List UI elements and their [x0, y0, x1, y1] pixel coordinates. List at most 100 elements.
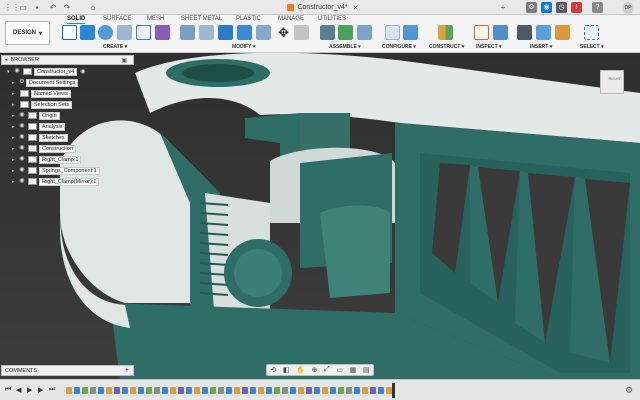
timeline-feature-icon[interactable]	[354, 387, 360, 394]
group-create[interactable]: CREATE ▾	[103, 44, 127, 50]
shell-icon[interactable]	[237, 25, 252, 40]
timeline-feature-icon[interactable]	[362, 387, 368, 394]
viewcube[interactable]: RIGHT	[600, 70, 624, 94]
timeline-feature-icon[interactable]	[306, 387, 312, 394]
next-step-icon[interactable]: ▶	[38, 386, 43, 394]
timeline-feature-icon[interactable]	[298, 387, 304, 394]
grid-icon[interactable]: ⋮⋮	[4, 3, 20, 12]
comments-panel[interactable]: COMMENTS +	[1, 365, 134, 376]
tree-item-origin[interactable]: ▸ ◉ Origin	[12, 111, 60, 120]
active-radio-icon[interactable]: ◉	[80, 68, 85, 75]
interference-icon[interactable]	[493, 25, 508, 40]
timeline-feature-icon[interactable]	[186, 387, 192, 394]
timeline-feature-icon[interactable]	[290, 387, 296, 394]
insert-derive-icon[interactable]	[517, 25, 532, 40]
tree-item-selection-sets[interactable]: ▸ Selection Sets	[12, 100, 73, 109]
timeline-feature-icon[interactable]	[66, 387, 72, 394]
timeline-feature-icon[interactable]	[146, 387, 152, 394]
visibility-icon[interactable]: ◉	[18, 178, 26, 185]
offset-plane-icon[interactable]	[438, 25, 453, 40]
timeline-feature-icon[interactable]	[178, 387, 184, 394]
timeline-feature-icon[interactable]	[90, 387, 96, 394]
file-icon[interactable]: ▭	[18, 3, 28, 12]
timeline-feature-icon[interactable]	[274, 387, 280, 394]
fit-icon[interactable]: ⤢	[324, 366, 330, 374]
visibility-icon[interactable]: ◉	[18, 145, 26, 152]
timeline-feature-icon[interactable]	[226, 387, 232, 394]
tree-item-right-clamp-mirror[interactable]: ▸ ◉ Right_Clamp(Mirror):1	[12, 177, 100, 186]
previous-step-icon[interactable]: ◀	[16, 386, 21, 394]
tree-item-construction[interactable]: ▸ ◉ Construction	[12, 144, 76, 153]
home-icon[interactable]: ⌂	[88, 3, 98, 12]
insert-image-icon[interactable]	[536, 25, 551, 40]
look-at-icon[interactable]: ◧	[283, 366, 290, 374]
timeline-feature-icon[interactable]	[386, 387, 392, 394]
insert-mcmaster-icon[interactable]	[555, 25, 570, 40]
last-step-icon[interactable]: ⏭	[49, 386, 55, 394]
help-icon[interactable]: ?	[592, 2, 603, 13]
chevron-right-icon[interactable]: ▸	[12, 102, 18, 108]
tab-sheet-metal[interactable]: SHEET METAL	[181, 16, 222, 22]
timeline-feature-icon[interactable]	[106, 387, 112, 394]
timeline-feature-icon[interactable]	[234, 387, 240, 394]
timeline-feature-icon[interactable]	[194, 387, 200, 394]
tab-mesh[interactable]: MESH	[147, 16, 164, 22]
close-tab-icon[interactable]: ✕	[353, 4, 359, 12]
press-pull-icon[interactable]	[180, 25, 195, 40]
pan-icon[interactable]: ✋	[296, 366, 305, 374]
tree-item-analysis[interactable]: ▸ ◉ Analysis	[12, 122, 66, 131]
tab-plastic[interactable]: PLASTIC	[236, 16, 261, 22]
workspace-switcher[interactable]: DESIGN ▾	[5, 21, 50, 45]
timeline-feature-icon[interactable]	[130, 387, 136, 394]
configure-table-icon[interactable]	[403, 25, 418, 40]
zoom-icon[interactable]: ⊕	[312, 366, 318, 374]
avatar[interactable]: DP	[622, 2, 634, 14]
chamfer-icon[interactable]	[218, 25, 233, 40]
timeline-feature-icon[interactable]	[250, 387, 256, 394]
timeline-feature-icon[interactable]	[330, 387, 336, 394]
align-icon[interactable]	[294, 25, 309, 40]
pattern-icon[interactable]	[136, 25, 151, 40]
group-select[interactable]: SELECT ▾	[580, 44, 604, 50]
gear-icon[interactable]: ⚙	[625, 385, 633, 396]
timeline-feature-icon[interactable]	[202, 387, 208, 394]
timeline-feature-icon[interactable]	[154, 387, 160, 394]
timeline-feature-icon[interactable]	[170, 387, 176, 394]
visibility-icon[interactable]: ◉	[18, 167, 26, 174]
timeline-feature-icon[interactable]	[370, 387, 376, 394]
display-icon[interactable]: ▭	[336, 366, 343, 374]
collapse-icon[interactable]: ◂	[5, 57, 8, 63]
joint-icon[interactable]	[320, 25, 335, 40]
group-configure[interactable]: CONFIGURE ▾	[382, 44, 416, 50]
visibility-icon[interactable]: ◉	[18, 112, 26, 119]
timeline-feature-icon[interactable]	[338, 387, 344, 394]
tree-item-document-settings[interactable]: ▸ ⚙ Document Settings	[12, 78, 79, 87]
measure-icon[interactable]	[474, 25, 489, 40]
group-construct[interactable]: CONSTRUCT ▾	[429, 44, 464, 50]
timeline-feature-icon[interactable]	[266, 387, 272, 394]
visibility-icon[interactable]: ◉	[18, 123, 26, 130]
group-modify[interactable]: MODIFY ▾	[232, 44, 255, 50]
document-tab[interactable]: Constructor_v4* ✕	[258, 0, 388, 15]
timeline-feature-icon[interactable]	[322, 387, 328, 394]
notifications-icon[interactable]: !	[571, 2, 582, 13]
timeline-feature-icon[interactable]	[258, 387, 264, 394]
orbit-icon[interactable]: ⟲	[270, 366, 276, 374]
timeline-feature-icon[interactable]	[242, 387, 248, 394]
timeline-feature-icon[interactable]	[74, 387, 80, 394]
timeline-feature-icon[interactable]	[346, 387, 352, 394]
canvas-viewport[interactable]	[0, 53, 640, 379]
tree-item-named-views[interactable]: ▸ Named Views	[12, 89, 71, 98]
new-tab-icon[interactable]: +	[498, 3, 508, 12]
timeline-feature-icon[interactable]	[218, 387, 224, 394]
visibility-icon[interactable]: ◉	[18, 156, 26, 163]
combine-icon[interactable]	[256, 25, 271, 40]
tree-item-right-clamp[interactable]: ▸ ◉ Right_Clamp:1	[12, 155, 82, 164]
viewports-icon[interactable]: ▤	[363, 366, 370, 374]
add-comment-button[interactable]: +	[125, 367, 129, 374]
chevron-right-icon[interactable]: ▸	[12, 91, 18, 97]
first-step-icon[interactable]: ⏮	[5, 386, 11, 394]
play-icon[interactable]: ▶	[27, 386, 32, 394]
move-icon[interactable]: ✥	[276, 25, 291, 40]
group-inspect[interactable]: INSPECT ▾	[476, 44, 502, 50]
